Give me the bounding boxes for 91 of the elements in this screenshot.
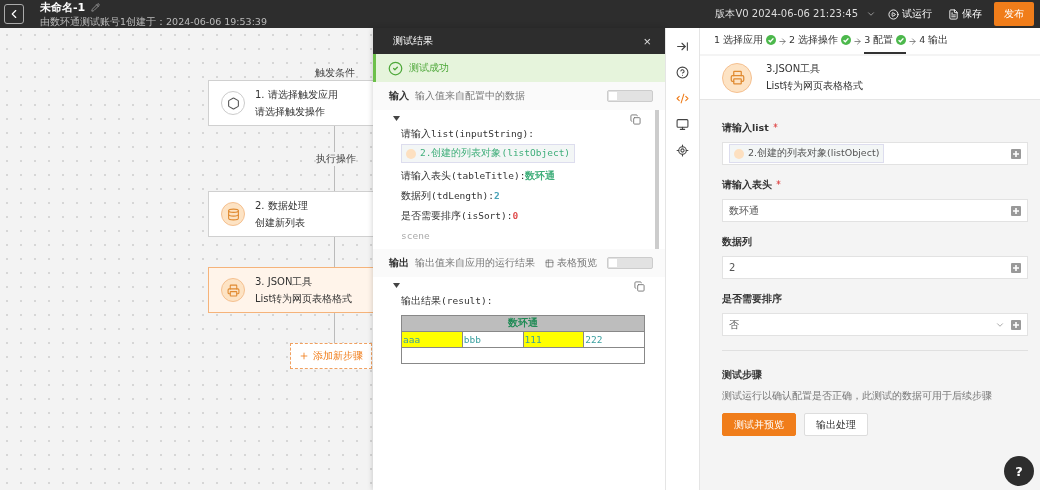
- toggle-switch[interactable]: [607, 257, 653, 269]
- chevron-down-icon[interactable]: [866, 9, 876, 19]
- node-subtitle: List转为网页表格格式: [255, 291, 353, 306]
- plus-icon[interactable]: [1011, 205, 1021, 216]
- variable-chip: 2.创建的列表对象(listObject): [401, 144, 576, 163]
- document-icon: [948, 8, 959, 20]
- flow-node[interactable]: 2. 数据处理 创建新列表: [208, 191, 373, 237]
- success-text: 测试成功: [409, 61, 449, 75]
- input-field[interactable]: 数环通: [722, 199, 1028, 222]
- toggle-switch[interactable]: [607, 90, 653, 102]
- code-line: 输出结果(result):: [400, 295, 494, 308]
- copy-icon[interactable]: [634, 281, 645, 292]
- step-tab[interactable]: 3 配置: [864, 28, 907, 54]
- node-title: 3.JSON工具: [766, 62, 822, 76]
- plus-icon: [299, 351, 309, 361]
- code-line: 请输入list(inputString):: [401, 128, 535, 141]
- output-hint: 输出值来自应用的运行结果: [415, 256, 535, 270]
- node-title: 3. JSON工具: [255, 274, 314, 289]
- step-tab[interactable]: 1 选择应用: [714, 28, 777, 54]
- printer-icon: [729, 70, 745, 85]
- input-heading: 输入: [389, 89, 409, 103]
- field-label: 请输入list: [722, 122, 769, 133]
- test-run-button[interactable]: 试运行: [884, 7, 936, 21]
- action-label: 执行操作: [316, 151, 356, 166]
- code-value: 2: [493, 190, 500, 201]
- input-field[interactable]: 2: [722, 256, 1028, 279]
- close-button[interactable]: ×: [643, 33, 651, 49]
- input-hint: 输入值来自配置中的数据: [415, 89, 525, 103]
- help-icon[interactable]: [676, 66, 689, 79]
- copy-icon[interactable]: [630, 114, 641, 125]
- edit-icon[interactable]: [91, 2, 101, 12]
- code-line: 数据列(tdLength):: [401, 190, 494, 201]
- select-field[interactable]: 否: [722, 313, 1028, 336]
- document-title: 未命名-1: [40, 0, 86, 15]
- target-icon[interactable]: [676, 144, 689, 157]
- section-title: 测试步骤: [722, 369, 763, 382]
- back-button[interactable]: [4, 4, 24, 24]
- hexagon-icon: [226, 96, 240, 110]
- variable-icon: [734, 148, 744, 159]
- collapse-icon[interactable]: [676, 40, 689, 53]
- code-line: 是否需要排序(isSort):: [401, 210, 513, 221]
- caret-icon[interactable]: [393, 116, 400, 121]
- version-label: 版本V0 2024-06-06 21:23:45: [715, 7, 858, 21]
- table-header: 数环通: [401, 315, 645, 332]
- node-subtitle: 创建新列表: [255, 215, 306, 230]
- code-icon[interactable]: [676, 92, 689, 105]
- arrow-right-icon: [908, 36, 918, 46]
- database-icon: [226, 207, 240, 221]
- node-subtitle: List转为网页表格格式: [766, 79, 864, 93]
- arrow-right-icon: [853, 36, 863, 46]
- section-description: 测试运行以确认配置是否正确，此测试的数据可用于后续步骤: [722, 389, 993, 403]
- asterisk-icon: [775, 179, 782, 186]
- plus-icon[interactable]: [1011, 319, 1021, 330]
- output-heading: 输出: [389, 256, 409, 270]
- field-label: 数据列: [722, 236, 752, 247]
- variable-icon: [406, 148, 416, 159]
- plus-icon[interactable]: [1011, 148, 1021, 159]
- printer-icon: [226, 283, 240, 297]
- output-button[interactable]: 输出处理: [804, 413, 868, 436]
- creator-info: 由数环通测试账号1创建于：2024-06-06 19:53:39: [40, 15, 268, 29]
- flow-node[interactable]: 3. JSON工具 List转为网页表格格式: [208, 267, 373, 313]
- monitor-icon[interactable]: [676, 118, 689, 131]
- help-button[interactable]: ?: [1004, 456, 1034, 486]
- arrow-right-icon: [778, 36, 788, 46]
- caret-icon[interactable]: [393, 283, 400, 288]
- panel-title: 测试结果: [393, 34, 433, 48]
- node-title: 1. 请选择触发应用: [255, 87, 338, 102]
- plus-icon[interactable]: [1011, 262, 1021, 273]
- node-subtitle: 请选择触发操作: [255, 104, 326, 119]
- input-field[interactable]: 2.创建的列表对象(listObject): [722, 142, 1028, 165]
- flow-node[interactable]: 1. 请选择触发应用 请选择触发操作: [208, 80, 373, 126]
- code-line: scene: [400, 230, 431, 241]
- code-line: 请输入表头(tableTitle):: [401, 170, 526, 181]
- table-preview-label: 表格预览: [545, 256, 597, 270]
- trigger-label: 触发条件: [315, 66, 355, 80]
- check-circle-icon: [766, 35, 777, 45]
- variable-chip: 2.创建的列表对象(listObject): [729, 144, 885, 163]
- node-title: 2. 数据处理: [255, 198, 308, 213]
- asterisk-icon: [771, 122, 779, 129]
- table-icon: [545, 258, 554, 268]
- field-label: 请输入表头: [722, 179, 772, 190]
- step-tab[interactable]: 2 选择操作: [789, 28, 852, 54]
- play-icon: [888, 8, 899, 20]
- step-tab[interactable]: 4 输出: [919, 28, 949, 54]
- code-value: 0: [512, 210, 519, 221]
- save-button[interactable]: 保存: [944, 7, 986, 21]
- code-value: 数环通: [525, 170, 556, 181]
- check-circle-icon: [388, 60, 403, 76]
- check-circle-icon: [841, 35, 852, 45]
- field-label: 是否需要排序: [722, 293, 782, 304]
- check-circle-icon: [896, 35, 907, 45]
